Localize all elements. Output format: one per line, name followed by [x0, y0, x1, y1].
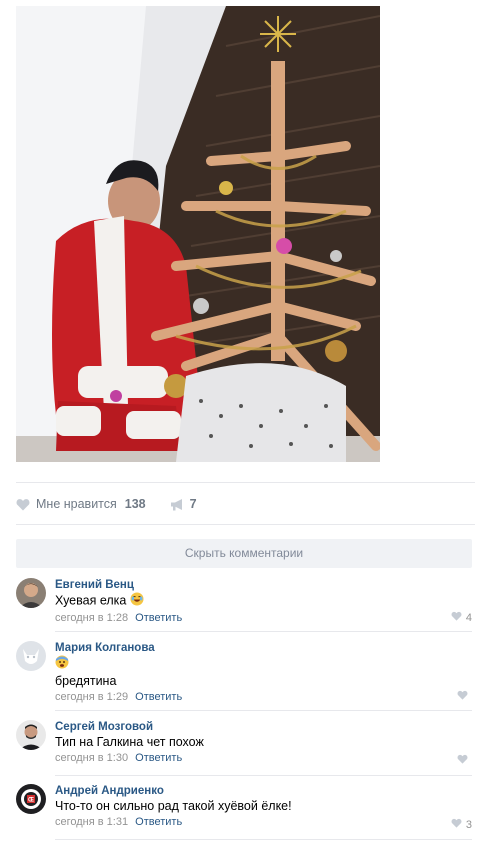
comment-like-button[interactable]: 3 — [451, 818, 472, 831]
comment: Œ Андрей Андриенко Что-то он сильно рад … — [16, 784, 472, 840]
reply-link[interactable]: Ответить — [135, 816, 182, 828]
reply-link[interactable]: Ответить — [135, 612, 182, 624]
heart-icon — [451, 611, 462, 624]
like-button[interactable]: Мне нравится 138 — [16, 497, 146, 511]
heart-icon — [457, 754, 468, 767]
megaphone-icon — [170, 498, 185, 511]
comment-author[interactable]: Евгений Венц — [55, 578, 472, 592]
comment-meta: сегодня в 1:31 Ответить — [55, 815, 472, 829]
comment-like-button[interactable] — [457, 754, 472, 767]
heart-icon — [16, 498, 30, 511]
comment: Евгений Венц Хуевая елка сегодня в 1:28 … — [16, 578, 472, 632]
actions-bottom-divider — [16, 524, 475, 525]
comment-like-button[interactable] — [457, 690, 472, 703]
comment: Сергей Мозговой Тип на Галкина чет похож… — [16, 720, 472, 776]
comment-text: Что-то он сильно рад такой хуёвой ёлке! — [55, 799, 292, 813]
comment-author[interactable]: Сергей Мозговой — [55, 720, 472, 734]
comment-meta: сегодня в 1:29 Ответить — [55, 690, 472, 704]
comment-like-button[interactable]: 4 — [451, 611, 472, 624]
comment-divider — [55, 839, 472, 840]
comment-emoji-line — [55, 655, 472, 673]
like-label: Мне нравится — [36, 497, 117, 511]
share-count: 7 — [189, 497, 197, 511]
comment-divider — [55, 631, 472, 632]
comment-divider — [55, 710, 472, 711]
reply-link[interactable]: Ответить — [135, 752, 182, 764]
avatar[interactable]: Œ — [16, 784, 46, 814]
share-button[interactable]: 7 — [170, 497, 197, 511]
comment-time[interactable]: сегодня в 1:30 — [55, 752, 128, 764]
comment-divider — [55, 775, 472, 776]
heart-icon — [451, 818, 462, 831]
photo-illustration — [16, 6, 380, 462]
post-photo[interactable] — [16, 6, 380, 462]
comment-author[interactable]: Мария Колганова — [55, 641, 472, 655]
avatar[interactable] — [16, 641, 46, 671]
svg-text:Œ: Œ — [28, 798, 34, 804]
heart-icon — [457, 690, 468, 703]
comment-author[interactable]: Андрей Андриенко — [55, 784, 472, 798]
comment-like-count: 3 — [465, 818, 472, 831]
comment-time[interactable]: сегодня в 1:28 — [55, 612, 128, 624]
comment-meta: сегодня в 1:30 Ответить — [55, 751, 472, 765]
comment-like-count: 4 — [465, 611, 472, 624]
comment-text: Тип на Галкина чет похож — [55, 735, 204, 749]
reply-link[interactable]: Ответить — [135, 691, 182, 703]
avatar[interactable] — [16, 578, 46, 608]
comment-time[interactable]: сегодня в 1:29 — [55, 691, 128, 703]
hide-comments-button[interactable]: Скрыть комментарии — [16, 539, 472, 568]
laughing-emoji-icon — [130, 592, 144, 610]
comment-meta: сегодня в 1:28 Ответить — [55, 611, 472, 625]
comment-time[interactable]: сегодня в 1:31 — [55, 816, 128, 828]
post-actions: Мне нравится 138 7 — [16, 494, 197, 514]
comment-text: Хуевая елка — [55, 592, 472, 610]
comment-text: бредятина — [55, 674, 117, 688]
fearful-emoji-icon — [55, 655, 69, 673]
avatar[interactable] — [16, 720, 46, 750]
comment: Мария Колганова бредятина сегодня в 1:29… — [16, 641, 472, 711]
like-count: 138 — [124, 497, 146, 511]
actions-top-divider — [16, 482, 475, 483]
